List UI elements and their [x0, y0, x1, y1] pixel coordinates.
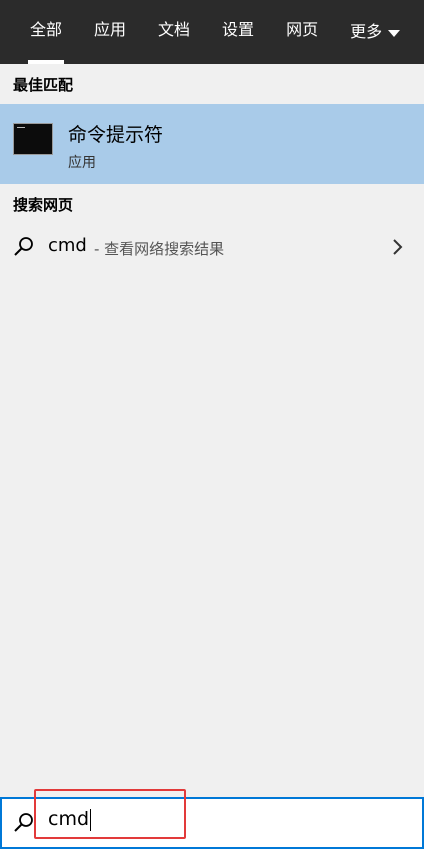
command-prompt-icon [13, 123, 53, 155]
tab-web-label: 网页 [286, 20, 319, 39]
best-match-heading: 最佳匹配 [13, 76, 74, 94]
tab-documents-label: 文档 [158, 20, 191, 39]
chevron-right-icon[interactable] [390, 237, 406, 257]
tab-apps[interactable]: 应用 [78, 0, 142, 64]
tab-apps-label: 应用 [94, 20, 127, 39]
tab-all[interactable]: 全部 [14, 0, 78, 64]
web-search-result[interactable]: cmd - 查看网络搜索结果 [0, 226, 424, 268]
tab-web[interactable]: 网页 [270, 0, 334, 64]
web-search-hint: - 查看网络搜索结果 [94, 240, 225, 258]
best-match-result[interactable]: 命令提示符 应用 [0, 104, 424, 184]
text-cursor [90, 808, 92, 831]
search-input-value: cmd [48, 808, 90, 830]
tab-more-dropdown[interactable]: 更多 [334, 0, 416, 64]
filter-tab-bar: 全部 应用 文档 设置 网页 更多 [0, 0, 424, 64]
tab-all-label: 全部 [30, 20, 63, 39]
tab-documents[interactable]: 文档 [142, 0, 206, 64]
web-search-heading: 搜索网页 [13, 196, 74, 214]
search-icon [14, 237, 33, 256]
tab-settings[interactable]: 设置 [206, 0, 270, 64]
dropdown-arrow-icon [388, 29, 401, 37]
search-box[interactable]: cmd [0, 797, 424, 849]
search-input[interactable]: cmd [48, 808, 92, 831]
tab-settings-label: 设置 [222, 20, 255, 39]
tab-more-label: 更多 [350, 22, 383, 41]
best-match-app-name: 命令提示符 [68, 124, 164, 146]
best-match-app-type: 应用 [68, 155, 96, 171]
search-icon [14, 813, 33, 832]
web-search-query: cmd [48, 235, 87, 256]
